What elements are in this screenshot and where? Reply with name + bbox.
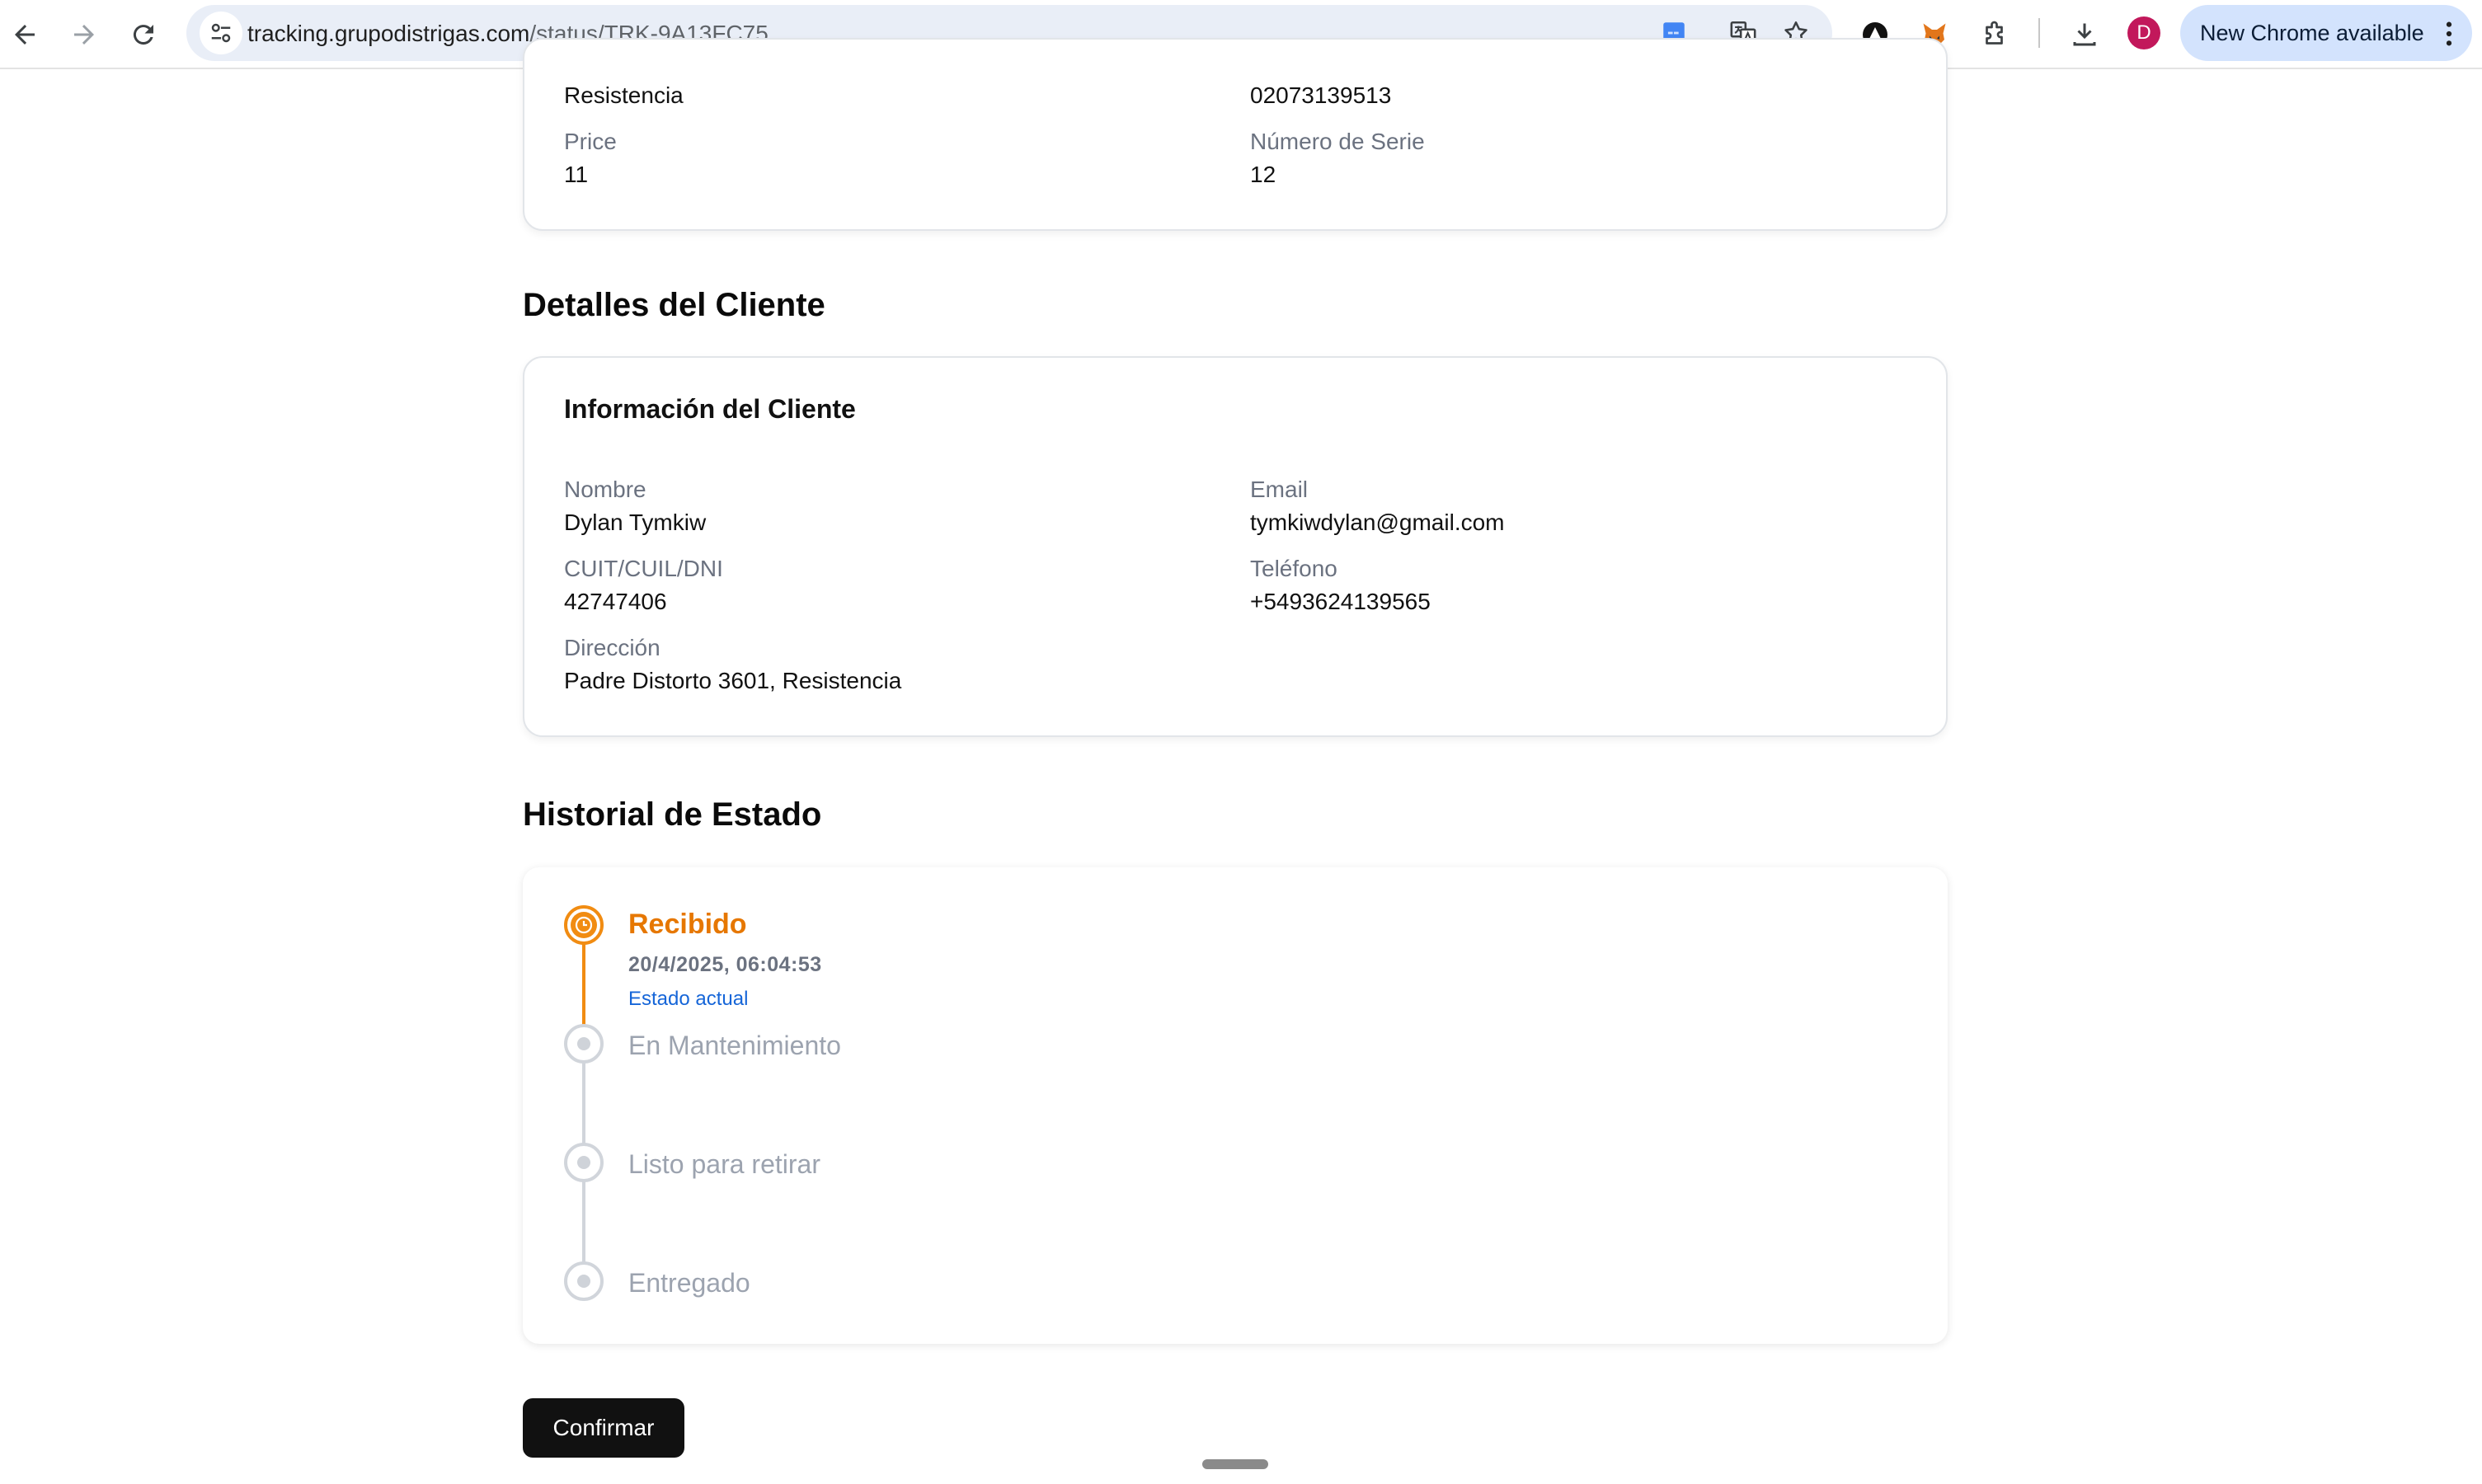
client-section-title: Detalles del Cliente <box>523 287 825 323</box>
pending-status-icon <box>564 1261 604 1301</box>
extensions-puzzle-icon[interactable] <box>1974 13 2017 56</box>
toolbar-divider <box>2038 18 2040 48</box>
chrome-update-button[interactable]: New Chrome available <box>2180 5 2472 61</box>
chrome-update-label: New Chrome available <box>2200 20 2424 45</box>
product-field-value: 02073139513 <box>1250 82 1392 108</box>
clock-icon <box>564 905 604 945</box>
address-label: Dirección <box>564 635 660 660</box>
address-value: Padre Distorto 3601, Resistencia <box>564 668 902 693</box>
serial-number-label: Número de Serie <box>1250 129 1425 154</box>
phone-label: Teléfono <box>1250 556 1337 581</box>
forward-arrow-icon[interactable] <box>61 12 107 58</box>
email-value: tymkiwdylan@gmail.com <box>1250 510 1505 535</box>
name-label: Nombre <box>564 477 646 502</box>
document-id-label: CUIT/CUIL/DNI <box>564 556 723 581</box>
history-section-title: Historial de Estado <box>523 796 822 833</box>
current-status-badge: Estado actual <box>628 988 749 1010</box>
timeline-step-title: Entregado <box>628 1268 750 1298</box>
download-icon[interactable] <box>2063 13 2106 56</box>
page-content: Resistencia 02073139513 Price 11 Número … <box>0 38 2482 1484</box>
timeline-step-title: Listo para retirar <box>628 1149 820 1179</box>
email-label: Email <box>1250 477 1309 502</box>
timeline-step-date: 20/4/2025, 06:04:53 <box>628 953 822 976</box>
more-menu-icon[interactable] <box>2441 20 2457 48</box>
price-label: Price <box>564 129 617 154</box>
url-domain: tracking.grupodistrigas.com <box>247 21 530 46</box>
status-timeline-card: Recibido 20/4/2025, 06:04:53 Estado actu… <box>523 867 1948 1344</box>
client-info-card: Información del Cliente Nombre Dylan Tym… <box>523 356 1948 737</box>
product-field-value: Resistencia <box>564 82 684 108</box>
timeline-step-title: Recibido <box>628 909 747 940</box>
price-value: 11 <box>564 162 589 187</box>
serial-number-value: 12 <box>1250 162 1276 187</box>
timeline-step-title: En Mantenimiento <box>628 1031 841 1060</box>
confirm-button[interactable]: Confirmar <box>523 1398 684 1458</box>
pending-status-icon <box>564 1143 604 1182</box>
name-value: Dylan Tymkiw <box>564 510 707 535</box>
pending-status-icon <box>564 1024 604 1064</box>
back-arrow-icon[interactable] <box>2 12 48 58</box>
profile-avatar[interactable]: D <box>2127 16 2160 49</box>
client-card-title: Información del Cliente <box>564 394 856 424</box>
phone-value: +5493624139565 <box>1250 589 1431 614</box>
document-id-value: 42747406 <box>564 589 667 614</box>
site-settings-icon[interactable] <box>200 12 242 54</box>
scroll-handle[interactable] <box>1202 1459 1268 1469</box>
reload-icon[interactable] <box>120 12 167 58</box>
product-info-card: Resistencia 02073139513 Price 11 Número … <box>523 38 1948 231</box>
